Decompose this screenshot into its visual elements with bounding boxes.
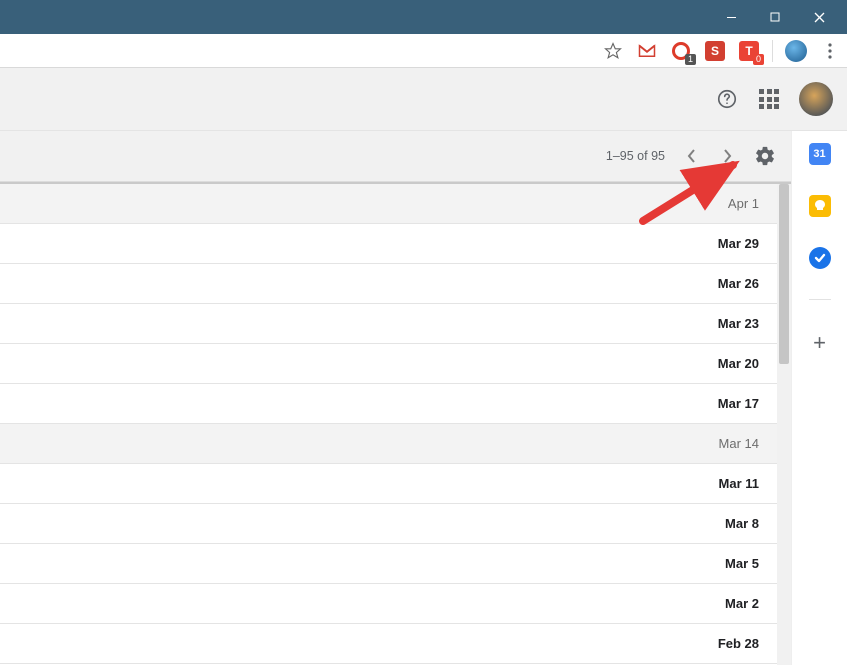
get-addons-button[interactable]: + (813, 330, 826, 356)
message-row[interactable]: Apr 1 (0, 184, 791, 224)
message-row[interactable]: Feb 28 (0, 624, 791, 664)
gmail-header (0, 68, 847, 131)
ext-t-badge: 0 (753, 54, 764, 65)
gmail-ext-icon[interactable] (636, 40, 658, 62)
message-date: Mar 14 (719, 436, 759, 451)
message-date: Mar 8 (725, 516, 759, 531)
message-date: Mar 17 (718, 396, 759, 411)
scrollbar-thumb[interactable] (779, 184, 789, 364)
next-page-button[interactable] (717, 146, 737, 166)
message-row[interactable]: Mar 17 (0, 384, 791, 424)
help-icon[interactable] (715, 87, 739, 111)
profile-avatar[interactable] (799, 82, 833, 116)
message-date: Apr 1 (728, 196, 759, 211)
ext-o-icon[interactable]: 1 (670, 40, 692, 62)
message-row[interactable]: Mar 29 (0, 224, 791, 264)
list-toolbar: 1–95 of 95 (0, 131, 791, 182)
toolbar-separator (772, 40, 773, 62)
message-row[interactable]: Mar 5 (0, 544, 791, 584)
message-date: Mar 26 (718, 276, 759, 291)
apps-grid-icon[interactable] (757, 87, 781, 111)
message-date: Mar 2 (725, 596, 759, 611)
message-row[interactable]: Mar 2 (0, 584, 791, 624)
message-row[interactable]: Mar 8 (0, 504, 791, 544)
message-row[interactable]: Mar 20 (0, 344, 791, 384)
message-row[interactable]: Mar 26 (0, 264, 791, 304)
message-date: Mar 5 (725, 556, 759, 571)
settings-gear-icon[interactable] (753, 144, 777, 168)
message-pane: 1–95 of 95 Apr 1 Mar 29 Mar 26 Mar 23 Mar 20… (0, 131, 791, 665)
side-panel-divider (809, 299, 831, 300)
browser-toolbar: 1 S T 0 (0, 34, 847, 68)
calendar-addon-icon[interactable]: 31 (809, 143, 831, 165)
pagination-label: 1–95 of 95 (606, 149, 665, 163)
profile-avatar-small[interactable] (785, 40, 807, 62)
bookmark-star-icon[interactable] (602, 40, 624, 62)
prev-page-button[interactable] (681, 146, 701, 166)
message-row[interactable]: Mar 11 (0, 464, 791, 504)
message-row[interactable]: Mar 23 (0, 304, 791, 344)
minimize-button[interactable] (709, 3, 753, 31)
message-date: Mar 29 (718, 236, 759, 251)
side-panel: 31 + (791, 131, 847, 665)
ext-s-icon[interactable]: S (704, 40, 726, 62)
ext-t-icon[interactable]: T 0 (738, 40, 760, 62)
message-row[interactable]: Mar 14 (0, 424, 791, 464)
message-date: Mar 20 (718, 356, 759, 371)
message-list[interactable]: Apr 1 Mar 29 Mar 26 Mar 23 Mar 20 Mar 17 Mar 1… (0, 182, 791, 665)
close-button[interactable] (797, 3, 841, 31)
browser-menu-icon[interactable] (819, 40, 841, 62)
message-date: Feb 28 (718, 636, 759, 651)
scrollbar-track[interactable] (777, 184, 791, 665)
keep-addon-icon[interactable] (809, 195, 831, 217)
tasks-addon-icon[interactable] (809, 247, 831, 269)
window-titlebar (0, 0, 847, 34)
maximize-button[interactable] (753, 3, 797, 31)
message-date: Mar 11 (719, 476, 759, 491)
message-date: Mar 23 (718, 316, 759, 331)
ext-o-badge: 1 (685, 54, 696, 65)
